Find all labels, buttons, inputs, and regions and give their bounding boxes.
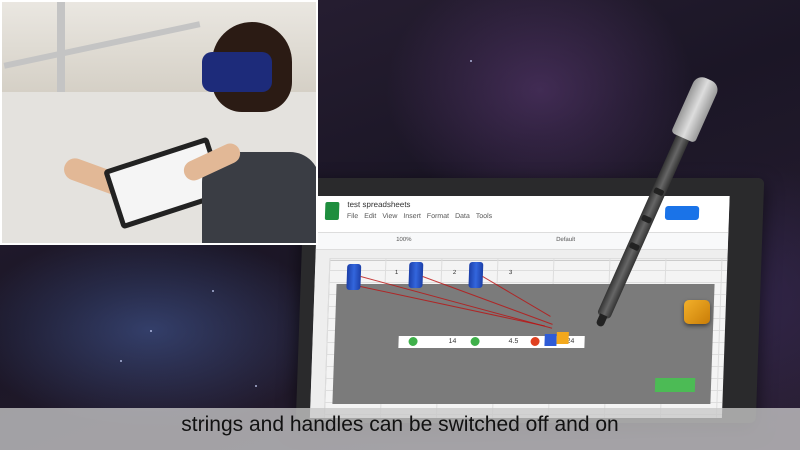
menu-view[interactable]: View xyxy=(382,213,397,220)
green-block[interactable] xyxy=(654,378,696,392)
spreadsheet-toolbar: 100% Default xyxy=(315,233,729,250)
star xyxy=(150,330,152,332)
person xyxy=(180,22,316,243)
star xyxy=(212,290,214,292)
document-title[interactable]: test spreadsheets xyxy=(347,200,410,209)
stylus-tip xyxy=(595,313,608,328)
menu-format[interactable]: Format xyxy=(427,213,449,220)
star xyxy=(470,60,472,62)
menu-bar: File Edit View Insert Format Data Tools xyxy=(347,213,492,220)
blue-handle[interactable] xyxy=(468,262,484,288)
star xyxy=(120,360,122,362)
blue-handle[interactable] xyxy=(408,262,424,288)
orange-token[interactable] xyxy=(684,300,710,324)
data-value: 14 xyxy=(448,338,457,345)
caption-text: strings and handles can be switched off … xyxy=(181,413,619,436)
star xyxy=(255,385,257,387)
spreadsheet-screen: test spreadsheets File Edit View Insert … xyxy=(309,196,730,418)
inset-photo xyxy=(0,0,318,245)
cell-value[interactable]: 1 xyxy=(395,270,399,276)
sheets-logo-icon xyxy=(324,202,340,220)
share-button[interactable] xyxy=(664,206,700,220)
blue-handle[interactable] xyxy=(346,264,362,290)
menu-data[interactable]: Data xyxy=(455,213,470,220)
orange-cube[interactable] xyxy=(556,332,569,344)
menu-insert[interactable]: Insert xyxy=(403,213,421,220)
blue-cube[interactable] xyxy=(544,334,557,346)
font-select[interactable]: Default xyxy=(556,237,575,243)
menu-tools[interactable]: Tools xyxy=(476,213,493,220)
menu-file[interactable]: File xyxy=(347,213,359,220)
cell-value[interactable]: 2 xyxy=(453,270,457,276)
zoom-select[interactable]: 100% xyxy=(396,237,412,243)
cell-value[interactable]: 3 xyxy=(509,270,513,276)
data-value: 4.5 xyxy=(508,338,519,345)
menu-edit[interactable]: Edit xyxy=(364,213,376,220)
vr-headset-icon xyxy=(202,52,272,92)
